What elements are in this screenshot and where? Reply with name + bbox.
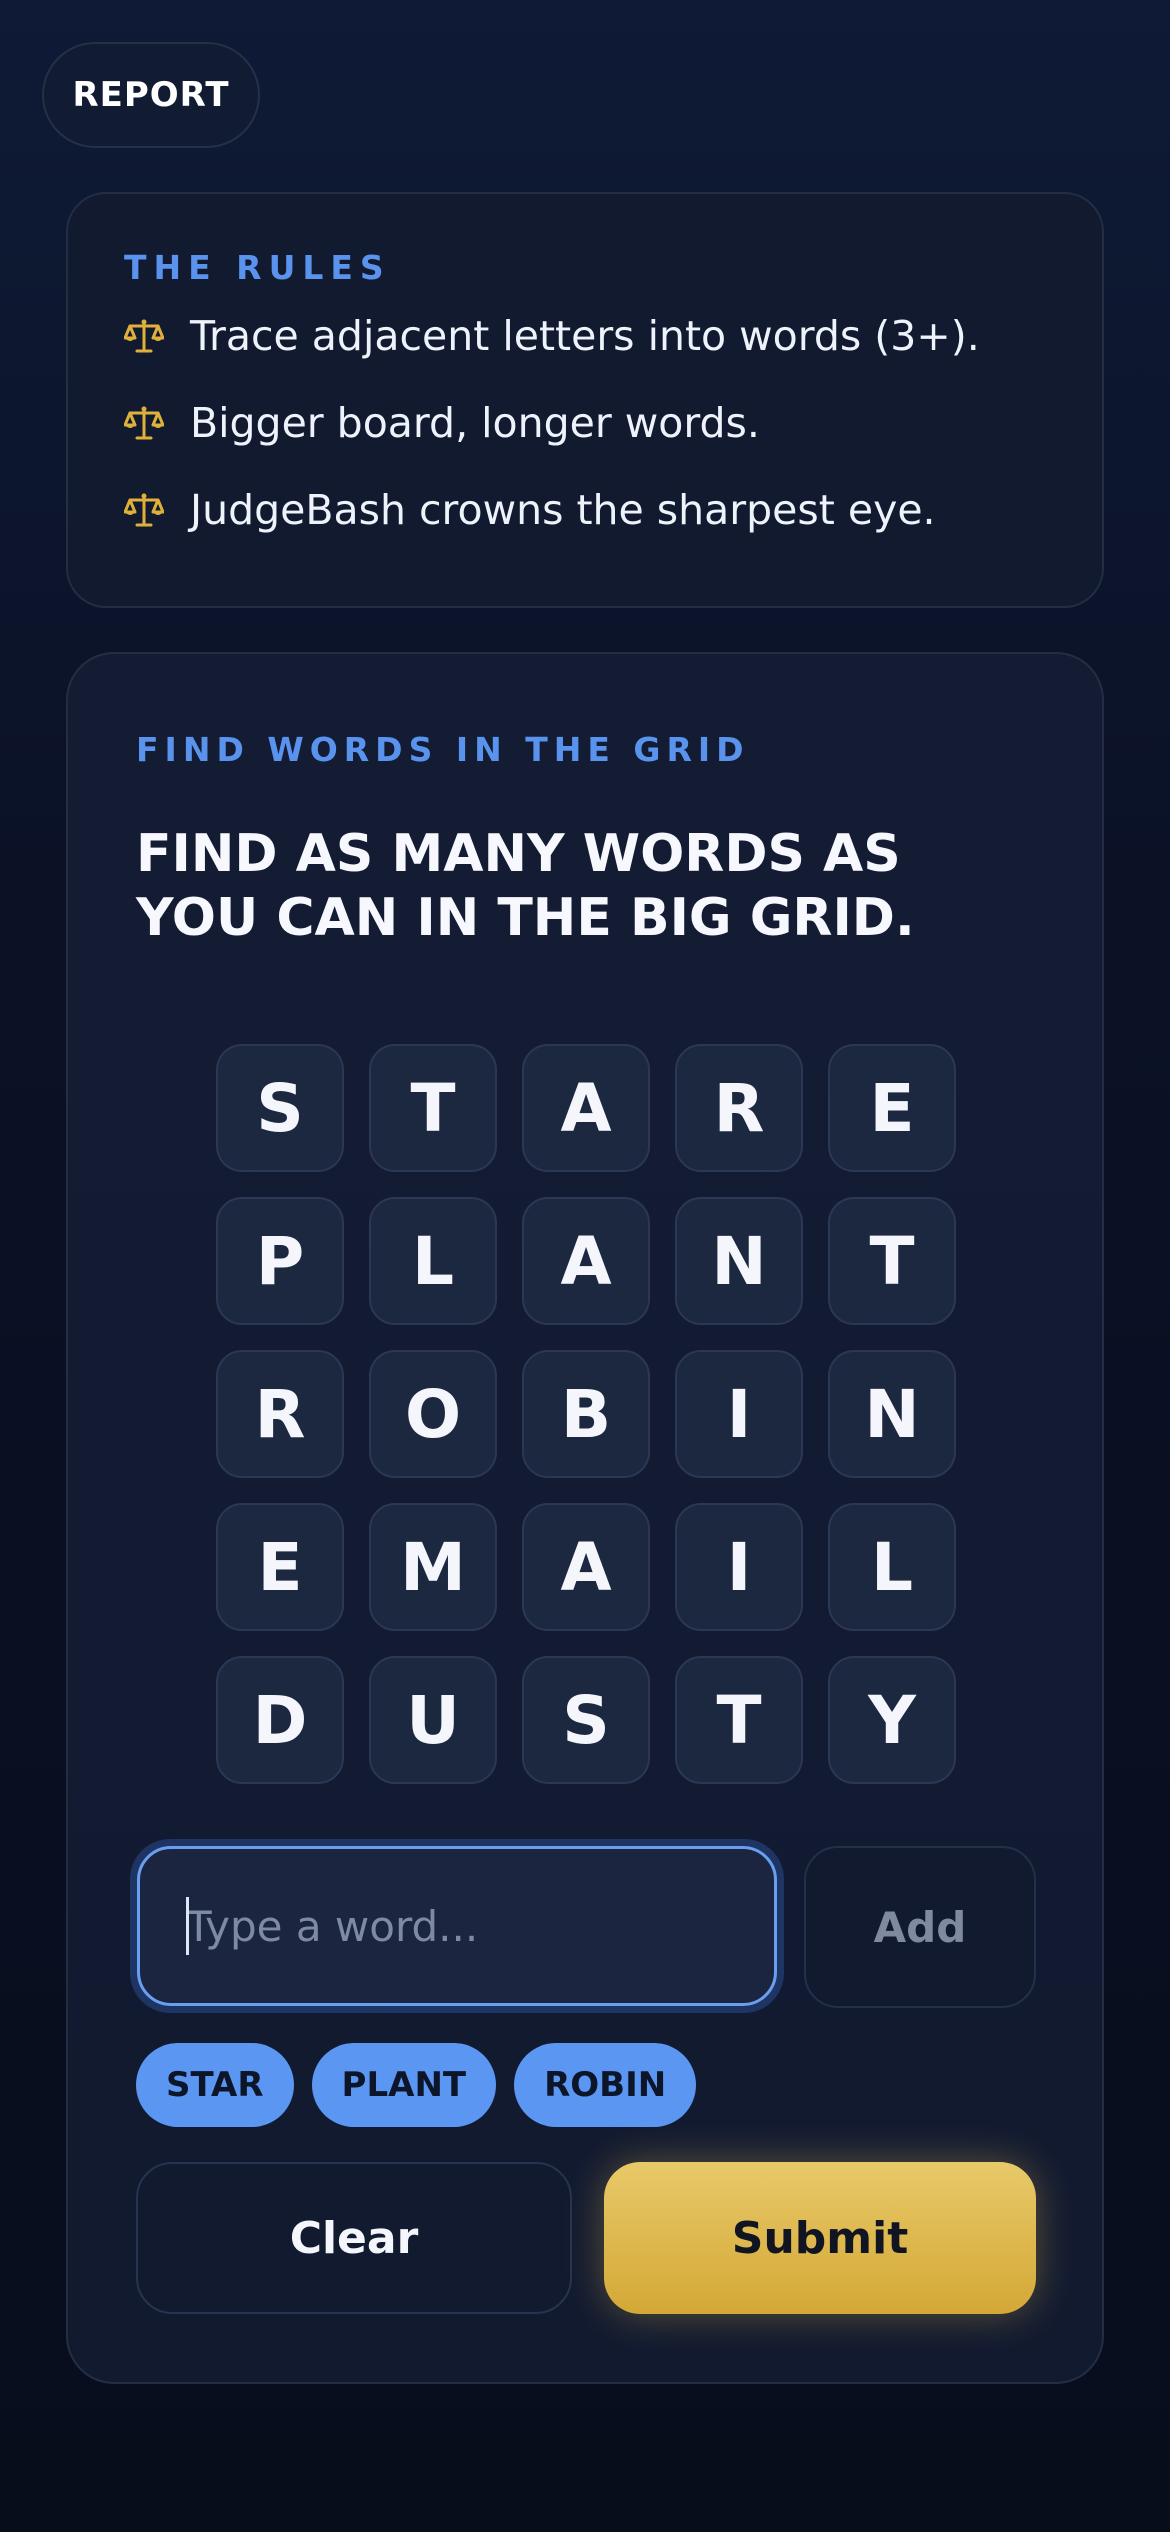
rule-text: Trace adjacent letters into words (3+). (190, 312, 980, 360)
letter-tile[interactable]: B (522, 1350, 650, 1478)
found-word-chip[interactable]: ROBIN (514, 2043, 697, 2127)
rule-text: JudgeBash crowns the sharpest eye. (190, 486, 936, 534)
letter-tile[interactable]: E (828, 1044, 956, 1172)
letter-tile[interactable]: A (522, 1197, 650, 1325)
letter-tile[interactable]: T (675, 1656, 803, 1784)
report-button[interactable]: REPORT (42, 42, 260, 148)
letter-tile[interactable]: L (369, 1197, 497, 1325)
scales-icon (124, 406, 164, 440)
letter-tile[interactable]: O (369, 1350, 497, 1478)
letter-tile[interactable]: R (675, 1044, 803, 1172)
found-word-chip[interactable]: PLANT (311, 2043, 497, 2127)
game-kicker: FIND WORDS IN THE GRID (136, 730, 750, 769)
scales-icon (124, 319, 164, 353)
rule-text: Bigger board, longer words. (190, 399, 760, 447)
letter-tile[interactable]: M (369, 1503, 497, 1631)
letter-tile[interactable]: A (522, 1503, 650, 1631)
letter-tile[interactable]: R (216, 1350, 344, 1478)
rules-card: THE RULES Trace adjacent letters into wo… (66, 192, 1104, 608)
letter-tile[interactable]: T (828, 1197, 956, 1325)
letter-tile[interactable]: L (828, 1503, 956, 1631)
submit-button[interactable]: Submit (604, 2162, 1036, 2314)
letter-tile[interactable]: S (216, 1044, 344, 1172)
letter-tile[interactable]: E (216, 1503, 344, 1631)
letter-grid: S T A R E P L A N T R O B I N E M A I L … (216, 1044, 958, 1784)
letter-tile[interactable]: S (522, 1656, 650, 1784)
rule-item: Trace adjacent letters into words (3+). (124, 312, 980, 360)
letter-tile[interactable]: U (369, 1656, 497, 1784)
letter-tile[interactable]: T (369, 1044, 497, 1172)
letter-tile[interactable]: Y (828, 1656, 956, 1784)
letter-tile[interactable]: I (675, 1503, 803, 1631)
rules-heading: THE RULES (124, 248, 391, 287)
rule-item: Bigger board, longer words. (124, 399, 760, 447)
letter-tile[interactable]: I (675, 1350, 803, 1478)
word-input[interactable] (137, 1846, 777, 2006)
letter-tile[interactable]: A (522, 1044, 650, 1172)
letter-tile[interactable]: P (216, 1197, 344, 1325)
add-word-button[interactable]: Add (804, 1846, 1036, 2008)
game-title: FIND AS MANY WORDS AS YOU CAN IN THE BIG… (136, 824, 915, 948)
rule-item: JudgeBash crowns the sharpest eye. (124, 486, 936, 534)
letter-tile[interactable]: N (675, 1197, 803, 1325)
game-card: FIND WORDS IN THE GRID FIND AS MANY WORD… (66, 652, 1104, 2384)
word-input-focus-ring (130, 1839, 784, 2013)
letter-tile[interactable]: N (828, 1350, 956, 1478)
clear-button[interactable]: Clear (136, 2162, 572, 2314)
text-caret (186, 1897, 189, 1955)
found-word-chip[interactable]: STAR (136, 2043, 294, 2127)
found-words-list: STAR PLANT ROBIN (136, 2043, 697, 2127)
scales-icon (124, 493, 164, 527)
letter-tile[interactable]: D (216, 1656, 344, 1784)
